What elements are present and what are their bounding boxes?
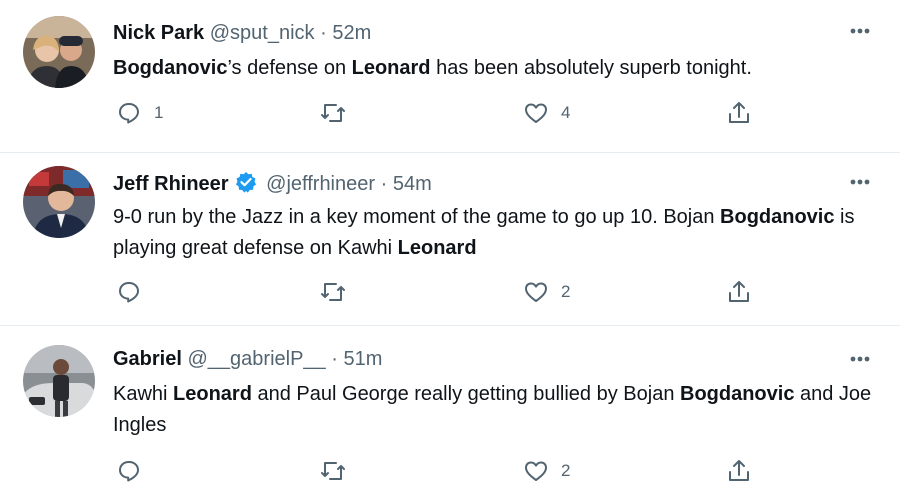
tweet-text-segment: ’s defense on bbox=[227, 57, 352, 79]
timestamp[interactable]: 52m bbox=[332, 22, 371, 44]
timestamp[interactable]: 51m bbox=[343, 348, 382, 370]
tweet-text-segment: and Paul George really getting bullied b… bbox=[251, 383, 680, 405]
more-dots-icon bbox=[850, 179, 870, 185]
share-icon bbox=[729, 102, 749, 123]
like-count: 4 bbox=[561, 103, 571, 122]
tweet-card[interactable]: Nick Park @sput_nick · 52m Bogdanovic’s … bbox=[0, 0, 900, 152]
share-button[interactable] bbox=[726, 277, 752, 307]
heart-icon bbox=[525, 282, 547, 302]
tweet-feed: Nick Park @sput_nick · 52m Bogdanovic’s … bbox=[0, 0, 900, 502]
tweet-text: 9-0 run by the Jazz in a key moment of t… bbox=[113, 202, 883, 264]
share-button[interactable] bbox=[726, 456, 752, 486]
more-dots-icon bbox=[850, 356, 870, 362]
separator-dot: · bbox=[331, 348, 338, 370]
avatar-photo bbox=[23, 166, 95, 238]
reply-icon bbox=[119, 282, 139, 303]
retweet-button[interactable] bbox=[319, 277, 347, 307]
tweet-header: Nick Park @sput_nick · 52m bbox=[113, 21, 371, 45]
highlighted-keyword: Leonard bbox=[173, 383, 252, 405]
reply-count: 1 bbox=[154, 103, 164, 122]
like-button[interactable]: 2 bbox=[523, 456, 570, 486]
avatar-photo bbox=[23, 16, 95, 88]
tweet-actions: 1 4 bbox=[0, 98, 900, 128]
reply-button[interactable] bbox=[116, 456, 154, 486]
author-name[interactable]: Jeff Rhineer bbox=[113, 173, 229, 195]
more-options-button[interactable] bbox=[846, 352, 874, 366]
tweet-text-segment: Kawhi bbox=[113, 383, 174, 405]
heart-icon bbox=[525, 103, 547, 123]
retweet-icon bbox=[321, 462, 345, 480]
tweet-header: Jeff Rhineer @jeffrhineer · 54m bbox=[113, 171, 432, 199]
retweet-icon bbox=[321, 104, 345, 122]
retweet-button[interactable] bbox=[319, 98, 347, 128]
more-dots-icon bbox=[850, 28, 870, 34]
avatar[interactable] bbox=[23, 16, 95, 88]
like-count: 2 bbox=[561, 461, 571, 480]
reply-icon bbox=[119, 103, 139, 124]
more-options-button[interactable] bbox=[846, 175, 874, 189]
highlighted-keyword: Leonard bbox=[351, 57, 431, 79]
tweet-text: Kawhi Leonard and Paul George really get… bbox=[113, 379, 883, 441]
separator-dot: · bbox=[320, 22, 327, 44]
separator-dot: · bbox=[380, 173, 388, 195]
avatar-photo bbox=[23, 345, 95, 417]
timestamp[interactable]: 54m bbox=[393, 173, 432, 195]
retweet-button[interactable] bbox=[319, 456, 347, 486]
tweet-text-segment: 9-0 run by the Jazz in a key moment of t… bbox=[113, 206, 721, 228]
author-name[interactable]: Gabriel bbox=[113, 348, 182, 370]
author-name[interactable]: Nick Park bbox=[113, 22, 204, 44]
highlighted-keyword: Leonard bbox=[397, 237, 477, 259]
tweet-header: Gabriel @__gabrielP__ · 51m bbox=[113, 347, 382, 371]
share-button[interactable] bbox=[726, 98, 752, 128]
tweet-actions: 2 bbox=[0, 277, 900, 307]
share-icon bbox=[729, 460, 749, 481]
tweet-card[interactable]: Gabriel @__gabrielP__ · 51m Kawhi Leonar… bbox=[0, 326, 900, 502]
author-handle[interactable]: @__gabrielP__ bbox=[187, 348, 325, 370]
avatar[interactable] bbox=[23, 345, 95, 417]
tweet-actions: 2 bbox=[0, 456, 900, 486]
tweet-card[interactable]: Jeff Rhineer @jeffrhineer · 54m 9-0 run … bbox=[0, 153, 900, 325]
reply-button[interactable]: 1 bbox=[116, 98, 163, 128]
author-handle[interactable]: @sput_nick bbox=[210, 22, 315, 44]
more-options-button[interactable] bbox=[846, 24, 874, 38]
verified-badge-icon bbox=[235, 171, 257, 199]
reply-icon bbox=[119, 461, 139, 482]
retweet-icon bbox=[321, 283, 345, 301]
like-button[interactable]: 2 bbox=[523, 277, 570, 307]
author-handle[interactable]: @jeffrhineer bbox=[266, 173, 375, 195]
avatar[interactable] bbox=[23, 166, 95, 238]
highlighted-keyword: Bogdanovic bbox=[113, 57, 228, 79]
reply-button[interactable] bbox=[116, 277, 154, 307]
highlighted-keyword: Bogdanovic bbox=[680, 383, 795, 405]
heart-icon bbox=[525, 461, 547, 481]
tweet-text: Bogdanovic’s defense on Leonard has been… bbox=[113, 53, 883, 84]
like-count: 2 bbox=[561, 282, 571, 301]
tweet-text-segment: has been absolutely superb tonight. bbox=[430, 57, 752, 79]
highlighted-keyword: Bogdanovic bbox=[720, 206, 835, 228]
share-icon bbox=[729, 281, 749, 302]
like-button[interactable]: 4 bbox=[523, 98, 570, 128]
